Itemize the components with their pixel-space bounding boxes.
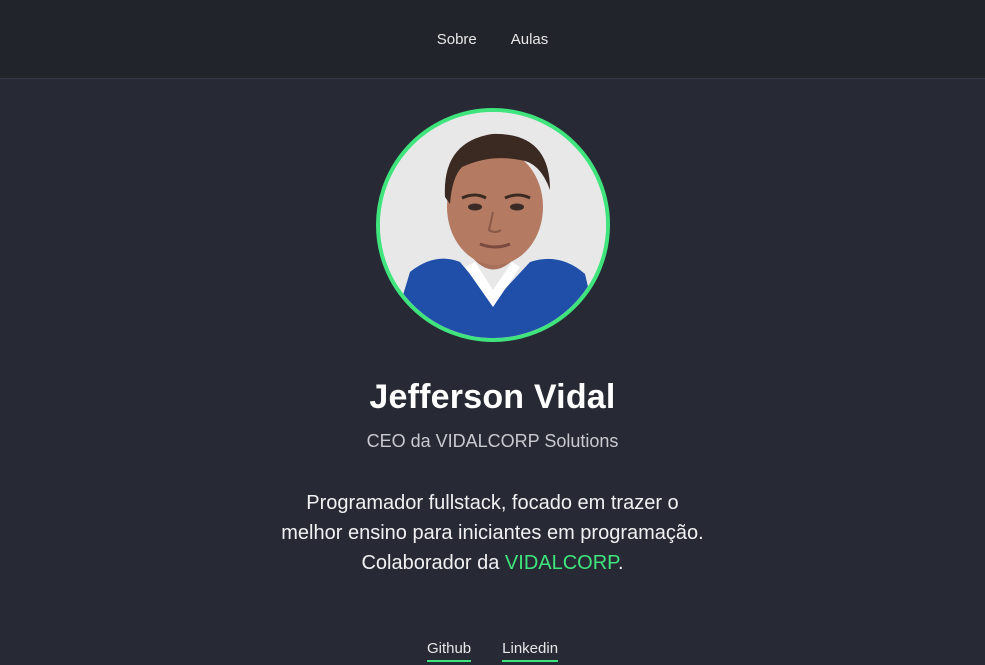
bio-line-3-suffix: .: [617, 552, 624, 574]
bio-line-1: Programador fullstack, focado em trazer …: [306, 492, 679, 514]
avatar: [375, 108, 610, 342]
vidalcorp-link[interactable]: VIDALCORP: [505, 552, 618, 574]
bio-line-2: melhor ensino para iniciantes em program…: [281, 522, 704, 544]
nav-item-sobre[interactable]: Sobre: [437, 31, 477, 48]
bio-line-3-prefix: Colaborador da: [361, 552, 505, 574]
profile-role: CEO da VIDALCORP Solutions: [366, 431, 619, 451]
profile-section: Jefferson Vidal CEO da VIDALCORP Solutio…: [0, 79, 985, 662]
profile-photo: [379, 112, 606, 338]
linkedin-link[interactable]: Linkedin: [502, 640, 559, 662]
profile-name: Jefferson Vidal: [369, 378, 616, 416]
social-links: Github Linkedin: [426, 640, 559, 662]
top-nav: Sobre Aulas: [0, 0, 985, 79]
nav-item-aulas[interactable]: Aulas: [511, 31, 549, 48]
github-link[interactable]: Github: [426, 640, 472, 662]
profile-bio: Programador fullstack, focado em trazer …: [263, 488, 723, 578]
